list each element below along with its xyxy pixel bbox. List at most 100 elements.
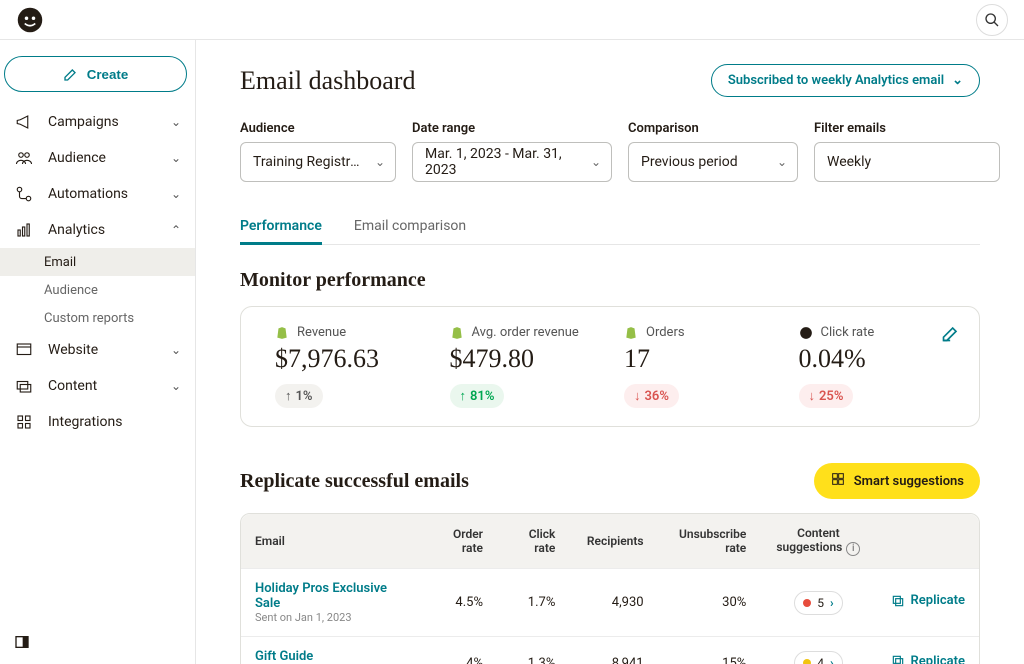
chevron-down-icon: ⌄ (952, 73, 963, 88)
filter-label: Filter emails (814, 121, 1000, 136)
sidebar-item-audience[interactable]: Audience ⌄ (0, 140, 195, 176)
cell-order-rate: 4% (424, 636, 497, 664)
metric-orders: Orders 17 ↓36% (610, 325, 785, 408)
metric-click-rate: Click rate 0.04% ↓25% (785, 325, 960, 408)
table-row: Gift GuideSent on Jan 1, 20234%1.3%8,941… (241, 636, 979, 664)
select-value: Previous period (641, 154, 738, 170)
subnav-item-email[interactable]: Email (0, 248, 195, 276)
replicate-title: Replicate successful emails (240, 470, 469, 493)
audience-select[interactable]: Training Registratio… ⌄ (240, 142, 396, 182)
people-icon (14, 148, 34, 168)
col-actions (876, 514, 979, 568)
filter-emails-input[interactable]: Weekly (814, 142, 1000, 182)
email-name-link[interactable]: Gift Guide (255, 649, 410, 664)
metric-value: 17 (624, 344, 771, 374)
metric-value: 0.04% (799, 344, 946, 374)
suggestions-pill[interactable]: 5› (794, 591, 842, 615)
sidebar-item-content[interactable]: Content ⌄ (0, 368, 195, 404)
col-email: Email (241, 514, 424, 568)
input-value: Weekly (827, 154, 871, 170)
col-unsub: Unsubscribe rate (658, 514, 761, 568)
info-icon[interactable]: i (846, 542, 860, 556)
bar-chart-icon (14, 220, 34, 240)
website-icon (14, 340, 34, 360)
nav-label: Website (48, 342, 98, 358)
mailchimp-logo (16, 6, 44, 34)
suggestions-pill[interactable]: 4› (794, 651, 842, 664)
analytics-subnav: Email Audience Custom reports (0, 248, 195, 332)
edit-metrics-button[interactable] (941, 323, 961, 347)
subscribe-pill[interactable]: Subscribed to weekly Analytics email ⌄ (711, 64, 980, 97)
main-content: Email dashboard Subscribed to weekly Ana… (196, 40, 1024, 664)
content-icon (14, 376, 34, 396)
subnav-item-custom-reports[interactable]: Custom reports (44, 304, 195, 332)
nav-label: Integrations (48, 414, 122, 430)
comparison-select[interactable]: Previous period ⌄ (628, 142, 798, 182)
copy-icon (891, 594, 905, 608)
create-label: Create (87, 67, 129, 82)
metric-revenue: Revenue $7,976.63 ↑1% (261, 325, 436, 408)
status-dot-icon (803, 599, 811, 607)
metric-value: $7,976.63 (275, 344, 422, 374)
email-sent-date: Sent on Jan 1, 2023 (255, 611, 410, 624)
arrow-up-icon: ↑ (285, 388, 292, 404)
copy-icon (891, 654, 905, 664)
date-range-select[interactable]: Mar. 1, 2023 - Mar. 31, 2023 ⌄ (412, 142, 612, 182)
sidebar-footer (0, 624, 195, 664)
chevron-down-icon: ⌄ (171, 151, 181, 165)
sidebar-item-automations[interactable]: Automations ⌄ (0, 176, 195, 212)
select-value: Mar. 1, 2023 - Mar. 31, 2023 (425, 146, 579, 178)
metric-value: $479.80 (450, 344, 597, 374)
col-suggestions: Content suggestionsi (760, 514, 876, 568)
arrow-down-icon: ↓ (634, 388, 641, 404)
arrow-up-icon: ↑ (460, 388, 467, 404)
shopify-icon (624, 326, 638, 340)
emails-table: Email Order rate Click rate Recipients U… (240, 513, 980, 664)
subscribe-label: Subscribed to weekly Analytics email (728, 73, 944, 88)
chevron-down-icon: ⌄ (171, 343, 181, 357)
replicate-button[interactable]: Replicate (891, 593, 965, 608)
metric-delta: ↓36% (624, 384, 679, 408)
metric-label: Revenue (297, 325, 346, 340)
filter-emails: Filter emails Weekly (814, 121, 1000, 182)
page-header: Email dashboard Subscribed to weekly Ana… (240, 64, 980, 97)
panel-toggle-icon[interactable] (14, 638, 30, 654)
sidebar-item-analytics[interactable]: Analytics ⌃ (0, 212, 195, 248)
suggestions-count: 4 (817, 656, 824, 664)
megaphone-icon (14, 112, 34, 132)
select-value: Training Registratio… (253, 154, 363, 170)
chevron-right-icon: › (830, 596, 834, 610)
tab-email-comparison[interactable]: Email comparison (354, 210, 466, 244)
sidebar-item-integrations[interactable]: Integrations (0, 404, 195, 440)
col-order-rate: Order rate (424, 514, 497, 568)
col-click-rate: Click rate (497, 514, 569, 568)
sidebar-item-campaigns[interactable]: Campaigns ⌄ (0, 104, 195, 140)
metric-delta: ↓25% (799, 384, 854, 408)
table-row: Holiday Pros Exclusive SaleSent on Jan 1… (241, 568, 979, 636)
filter-comparison: Comparison Previous period ⌄ (628, 121, 798, 182)
smart-label: Smart suggestions (854, 474, 964, 489)
metric-label: Orders (646, 325, 685, 340)
tab-performance[interactable]: Performance (240, 210, 322, 245)
subnav-item-audience[interactable]: Audience (44, 276, 195, 304)
status-dot-icon (803, 659, 811, 664)
suggestions-count: 5 (817, 596, 824, 610)
cell-click-rate: 1.7% (497, 568, 569, 636)
nav-label: Campaigns (48, 114, 119, 130)
email-name-link[interactable]: Holiday Pros Exclusive Sale (255, 581, 410, 611)
replicate-button[interactable]: Replicate (891, 654, 965, 664)
sidebar-item-website[interactable]: Website ⌄ (0, 332, 195, 368)
metric-label: Avg. order revenue (472, 325, 579, 340)
nav-label: Audience (48, 150, 106, 166)
search-button[interactable] (976, 4, 1008, 36)
cell-unsub: 15% (658, 636, 761, 664)
smart-suggestions-button[interactable]: Smart suggestions (814, 463, 980, 499)
create-button[interactable]: Create (4, 56, 187, 92)
cell-click-rate: 1.3% (497, 636, 569, 664)
col-recipients: Recipients (569, 514, 657, 568)
filter-audience: Audience Training Registratio… ⌄ (240, 121, 396, 182)
cell-recipients: 8,941 (569, 636, 657, 664)
shopify-icon (275, 326, 289, 340)
top-bar (0, 0, 1024, 40)
metric-delta: ↑1% (275, 384, 323, 408)
